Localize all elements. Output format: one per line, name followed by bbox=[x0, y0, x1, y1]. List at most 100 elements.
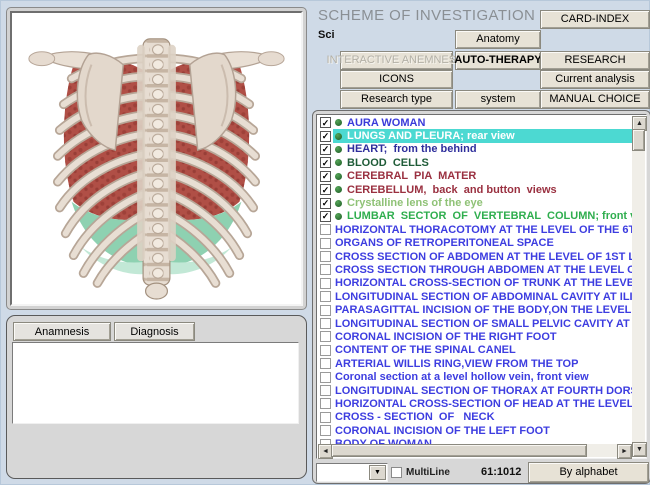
item-checkbox[interactable] bbox=[320, 345, 331, 356]
item-checkbox[interactable]: ✓ bbox=[320, 211, 331, 222]
list-item[interactable]: HORIZONTAL CROSS-SECTION OF HEAD AT THE … bbox=[318, 397, 632, 410]
list-item[interactable]: CONTENT OF THE SPINAL CANEL bbox=[318, 344, 632, 357]
list-item[interactable]: BODY OF WOMAN bbox=[318, 437, 632, 444]
list-item[interactable]: HORIZONTAL CROSS-SECTION OF TRUNK AT THE… bbox=[318, 277, 632, 290]
item-label: CONTENT OF THE SPINAL CANEL bbox=[335, 344, 516, 356]
row-body: ARTERIAL WILLIS RING,VIEW FROM THE TOP bbox=[333, 357, 632, 370]
item-checkbox[interactable] bbox=[320, 412, 331, 423]
list-item[interactable]: ✓ BLOOD CELLS bbox=[318, 156, 632, 169]
row-body: HORIZONTAL THORACOTOMY AT THE LEVEL OF T… bbox=[333, 223, 632, 236]
item-checkbox[interactable]: ✓ bbox=[320, 171, 331, 182]
item-checkbox[interactable] bbox=[320, 331, 331, 342]
vertical-scroll-thumb[interactable] bbox=[632, 129, 645, 151]
horizontal-scrollbar[interactable]: ◄ ► bbox=[318, 444, 632, 457]
scroll-down-icon[interactable]: ▼ bbox=[632, 442, 647, 457]
row-body: CROSS - SECTION OF NECK bbox=[333, 411, 632, 424]
current-analysis-button[interactable]: Current analysis bbox=[540, 70, 650, 89]
horizontal-scroll-thumb[interactable] bbox=[331, 444, 587, 457]
item-checkbox[interactable] bbox=[320, 358, 331, 369]
system-button[interactable]: system bbox=[455, 90, 541, 109]
row-body: Crystalline lens of the eye bbox=[333, 196, 632, 209]
list-item[interactable]: LONGITUDINAL SECTION OF SMALL PELVIC CAV… bbox=[318, 317, 632, 330]
item-bullet-icon bbox=[335, 159, 342, 166]
multiline-checkbox[interactable] bbox=[391, 467, 402, 478]
combobox-dropdown-icon[interactable]: ▼ bbox=[369, 465, 386, 480]
item-checkbox[interactable] bbox=[320, 278, 331, 289]
multiline-label: MultiLine bbox=[406, 467, 450, 478]
list-item[interactable]: ARTERIAL WILLIS RING,VIEW FROM THE TOP bbox=[318, 357, 632, 370]
list-item[interactable]: CROSS SECTION OF ABDOMEN AT THE LEVEL OF… bbox=[318, 250, 632, 263]
item-checkbox[interactable] bbox=[320, 224, 331, 235]
row-body: LONGITUDINAL SECTION OF THORAX AT FOURTH… bbox=[333, 384, 632, 397]
item-checkbox[interactable]: ✓ bbox=[320, 198, 331, 209]
item-bullet-icon bbox=[335, 213, 342, 220]
item-checkbox[interactable]: ✓ bbox=[320, 184, 331, 195]
by-alphabet-button[interactable]: By alphabet bbox=[528, 462, 649, 483]
item-checkbox[interactable] bbox=[320, 238, 331, 249]
list-item[interactable]: HORIZONTAL THORACOTOMY AT THE LEVEL OF T… bbox=[318, 223, 632, 236]
item-label: ORGANS OF RETROPERITONEAL SPACE bbox=[335, 237, 554, 249]
manual-choice-button[interactable]: MANUAL CHOICE bbox=[540, 90, 650, 109]
icons-button[interactable]: ICONS bbox=[340, 70, 453, 89]
item-checkbox[interactable] bbox=[320, 251, 331, 262]
card-index-button[interactable]: CARD-INDEX bbox=[540, 10, 650, 29]
vertical-scrollbar[interactable]: ▲ ▼ bbox=[632, 116, 645, 457]
list-item[interactable]: Coronal section at a level hollow vein, … bbox=[318, 370, 632, 383]
list-item[interactable]: CROSS SECTION THROUGH ABDOMEN AT THE LEV… bbox=[318, 263, 632, 276]
row-body: BODY OF WOMAN bbox=[333, 437, 632, 444]
anamnesis-textarea[interactable] bbox=[12, 342, 299, 424]
item-checkbox[interactable]: ✓ bbox=[320, 144, 331, 155]
list-item[interactable]: ORGANS OF RETROPERITONEAL SPACE bbox=[318, 237, 632, 250]
item-label: LONGITUDINAL SECTION OF THORAX AT FOURTH… bbox=[335, 385, 632, 397]
list-item[interactable]: CORONAL INCISION OF THE LEFT FOOT bbox=[318, 424, 632, 437]
research-type-button[interactable]: Research type bbox=[340, 90, 453, 109]
item-label: BLOOD CELLS bbox=[347, 157, 429, 169]
row-body: Coronal section at a level hollow vein, … bbox=[333, 370, 632, 383]
item-checkbox[interactable] bbox=[320, 305, 331, 316]
item-bullet-icon bbox=[335, 173, 342, 180]
item-bullet-icon bbox=[335, 200, 342, 207]
thorax-rear-illustration bbox=[10, 11, 303, 306]
item-checkbox[interactable]: ✓ bbox=[320, 117, 331, 128]
application-window: { "header": { "title": "SCHEME OF INVEST… bbox=[0, 0, 650, 485]
list-item[interactable]: CROSS - SECTION OF NECK bbox=[318, 411, 632, 424]
item-checkbox[interactable]: ✓ bbox=[320, 131, 331, 142]
item-checkbox[interactable] bbox=[320, 318, 331, 329]
item-label: Crystalline lens of the eye bbox=[347, 197, 483, 209]
item-checkbox[interactable] bbox=[320, 372, 331, 383]
tab-diagnosis[interactable]: Diagnosis bbox=[114, 322, 195, 341]
row-body: CORONAL INCISION OF THE RIGHT FOOT bbox=[333, 330, 632, 343]
item-checkbox[interactable] bbox=[320, 398, 331, 409]
list-item[interactable]: LONGITUDINAL SECTION OF THORAX AT FOURTH… bbox=[318, 384, 632, 397]
list-item[interactable]: ✓LUNGS AND PLEURA; rear view bbox=[318, 129, 632, 142]
list-item[interactable]: ✓LUMBAR SECTOR OF VERTEBRAL COLUMN; fron… bbox=[318, 210, 632, 223]
item-label: CEREBRAL PIA MATER bbox=[347, 170, 476, 182]
item-counter: 61:1012 bbox=[481, 466, 521, 478]
list-item[interactable]: ✓ AURA WOMAN bbox=[318, 116, 632, 129]
list-item[interactable]: ✓ HEART; from the behind bbox=[318, 143, 632, 156]
row-body: HORIZONTAL CROSS-SECTION OF HEAD AT THE … bbox=[333, 397, 632, 410]
item-checkbox[interactable] bbox=[320, 425, 331, 436]
anatomy-button[interactable]: Anatomy bbox=[455, 30, 541, 49]
list-item[interactable]: CORONAL INCISION OF THE RIGHT FOOT bbox=[318, 330, 632, 343]
list-item[interactable]: PARASAGITTAL INCISION OF THE BODY,ON THE… bbox=[318, 303, 632, 316]
item-label: AURA WOMAN bbox=[347, 117, 425, 129]
item-checkbox[interactable]: ✓ bbox=[320, 157, 331, 168]
list-filter-combobox[interactable]: ▼ bbox=[316, 463, 388, 482]
item-checkbox[interactable] bbox=[320, 291, 331, 302]
list-item[interactable]: ✓ CEREBRAL PIA MATER bbox=[318, 170, 632, 183]
scroll-right-icon[interactable]: ► bbox=[617, 444, 632, 459]
tab-anamnesis[interactable]: Anamnesis bbox=[13, 322, 111, 341]
item-checkbox[interactable] bbox=[320, 264, 331, 275]
list-item[interactable]: ✓CEREBELLUM, back and button views bbox=[318, 183, 632, 196]
row-body: CEREBRAL PIA MATER bbox=[333, 170, 632, 183]
item-checkbox[interactable] bbox=[320, 385, 331, 396]
research-button[interactable]: RESEARCH bbox=[540, 51, 650, 70]
row-body: HEART; from the behind bbox=[333, 143, 632, 156]
interactive-anamnesis-button: INTERACTIVE ANEMNESIS bbox=[340, 51, 453, 70]
list-item[interactable]: ✓ Crystalline lens of the eye bbox=[318, 196, 632, 209]
item-label: HEART; from the behind bbox=[347, 143, 477, 155]
row-body: BLOOD CELLS bbox=[333, 156, 632, 169]
auto-therapy-button[interactable]: AUTO-THERAPY bbox=[455, 51, 541, 70]
list-item[interactable]: LONGITUDINAL SECTION OF ABDOMINAL CAVITY… bbox=[318, 290, 632, 303]
